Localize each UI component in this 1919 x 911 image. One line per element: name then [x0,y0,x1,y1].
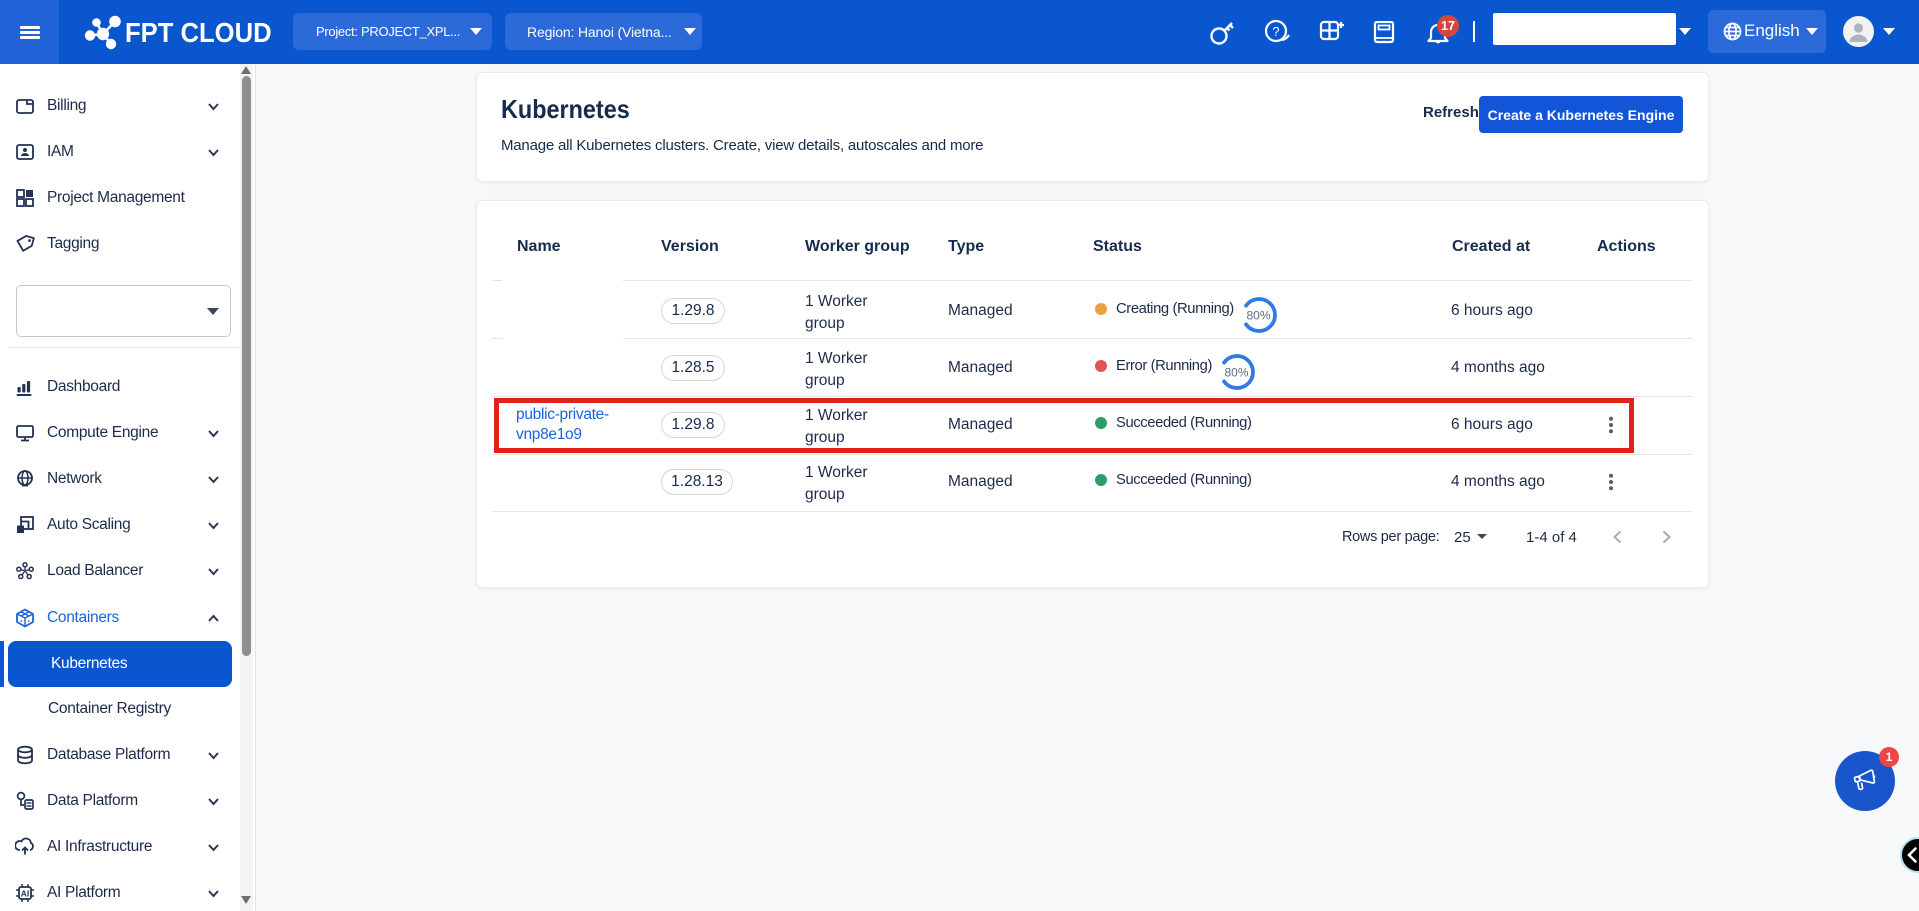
svg-text:AI: AI [21,889,30,899]
svg-text:80%: 80% [1246,309,1270,323]
svg-text:?: ? [1272,24,1279,39]
svg-text:80%: 80% [1224,366,1248,380]
